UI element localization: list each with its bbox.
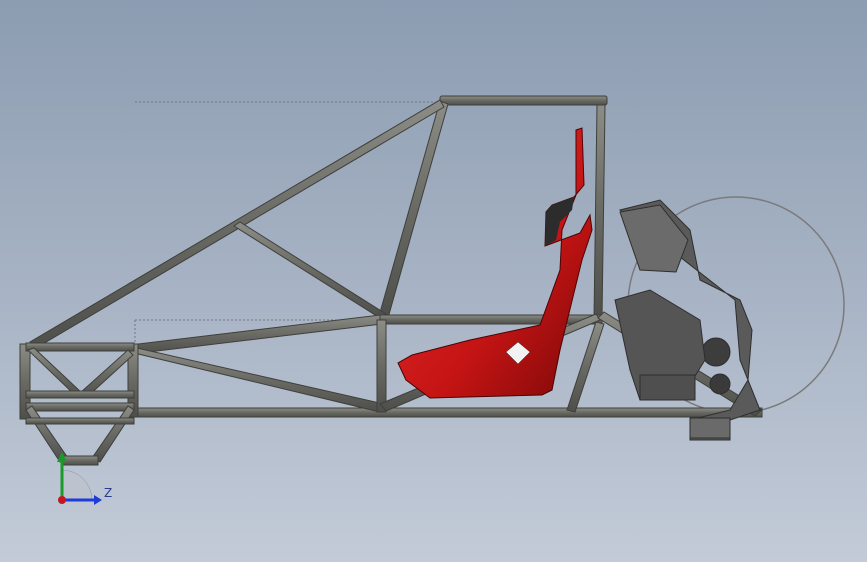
cad-graphics-viewport[interactable]: Z — [0, 0, 867, 562]
reference-lines — [134, 101, 440, 345]
buggy-frame-model[interactable] — [0, 0, 867, 562]
x-axis-origin-icon — [58, 496, 66, 504]
chassis-frame[interactable] — [19, 95, 763, 466]
z-axis-label: Z — [104, 486, 113, 500]
engine-assembly[interactable] — [614, 199, 761, 441]
